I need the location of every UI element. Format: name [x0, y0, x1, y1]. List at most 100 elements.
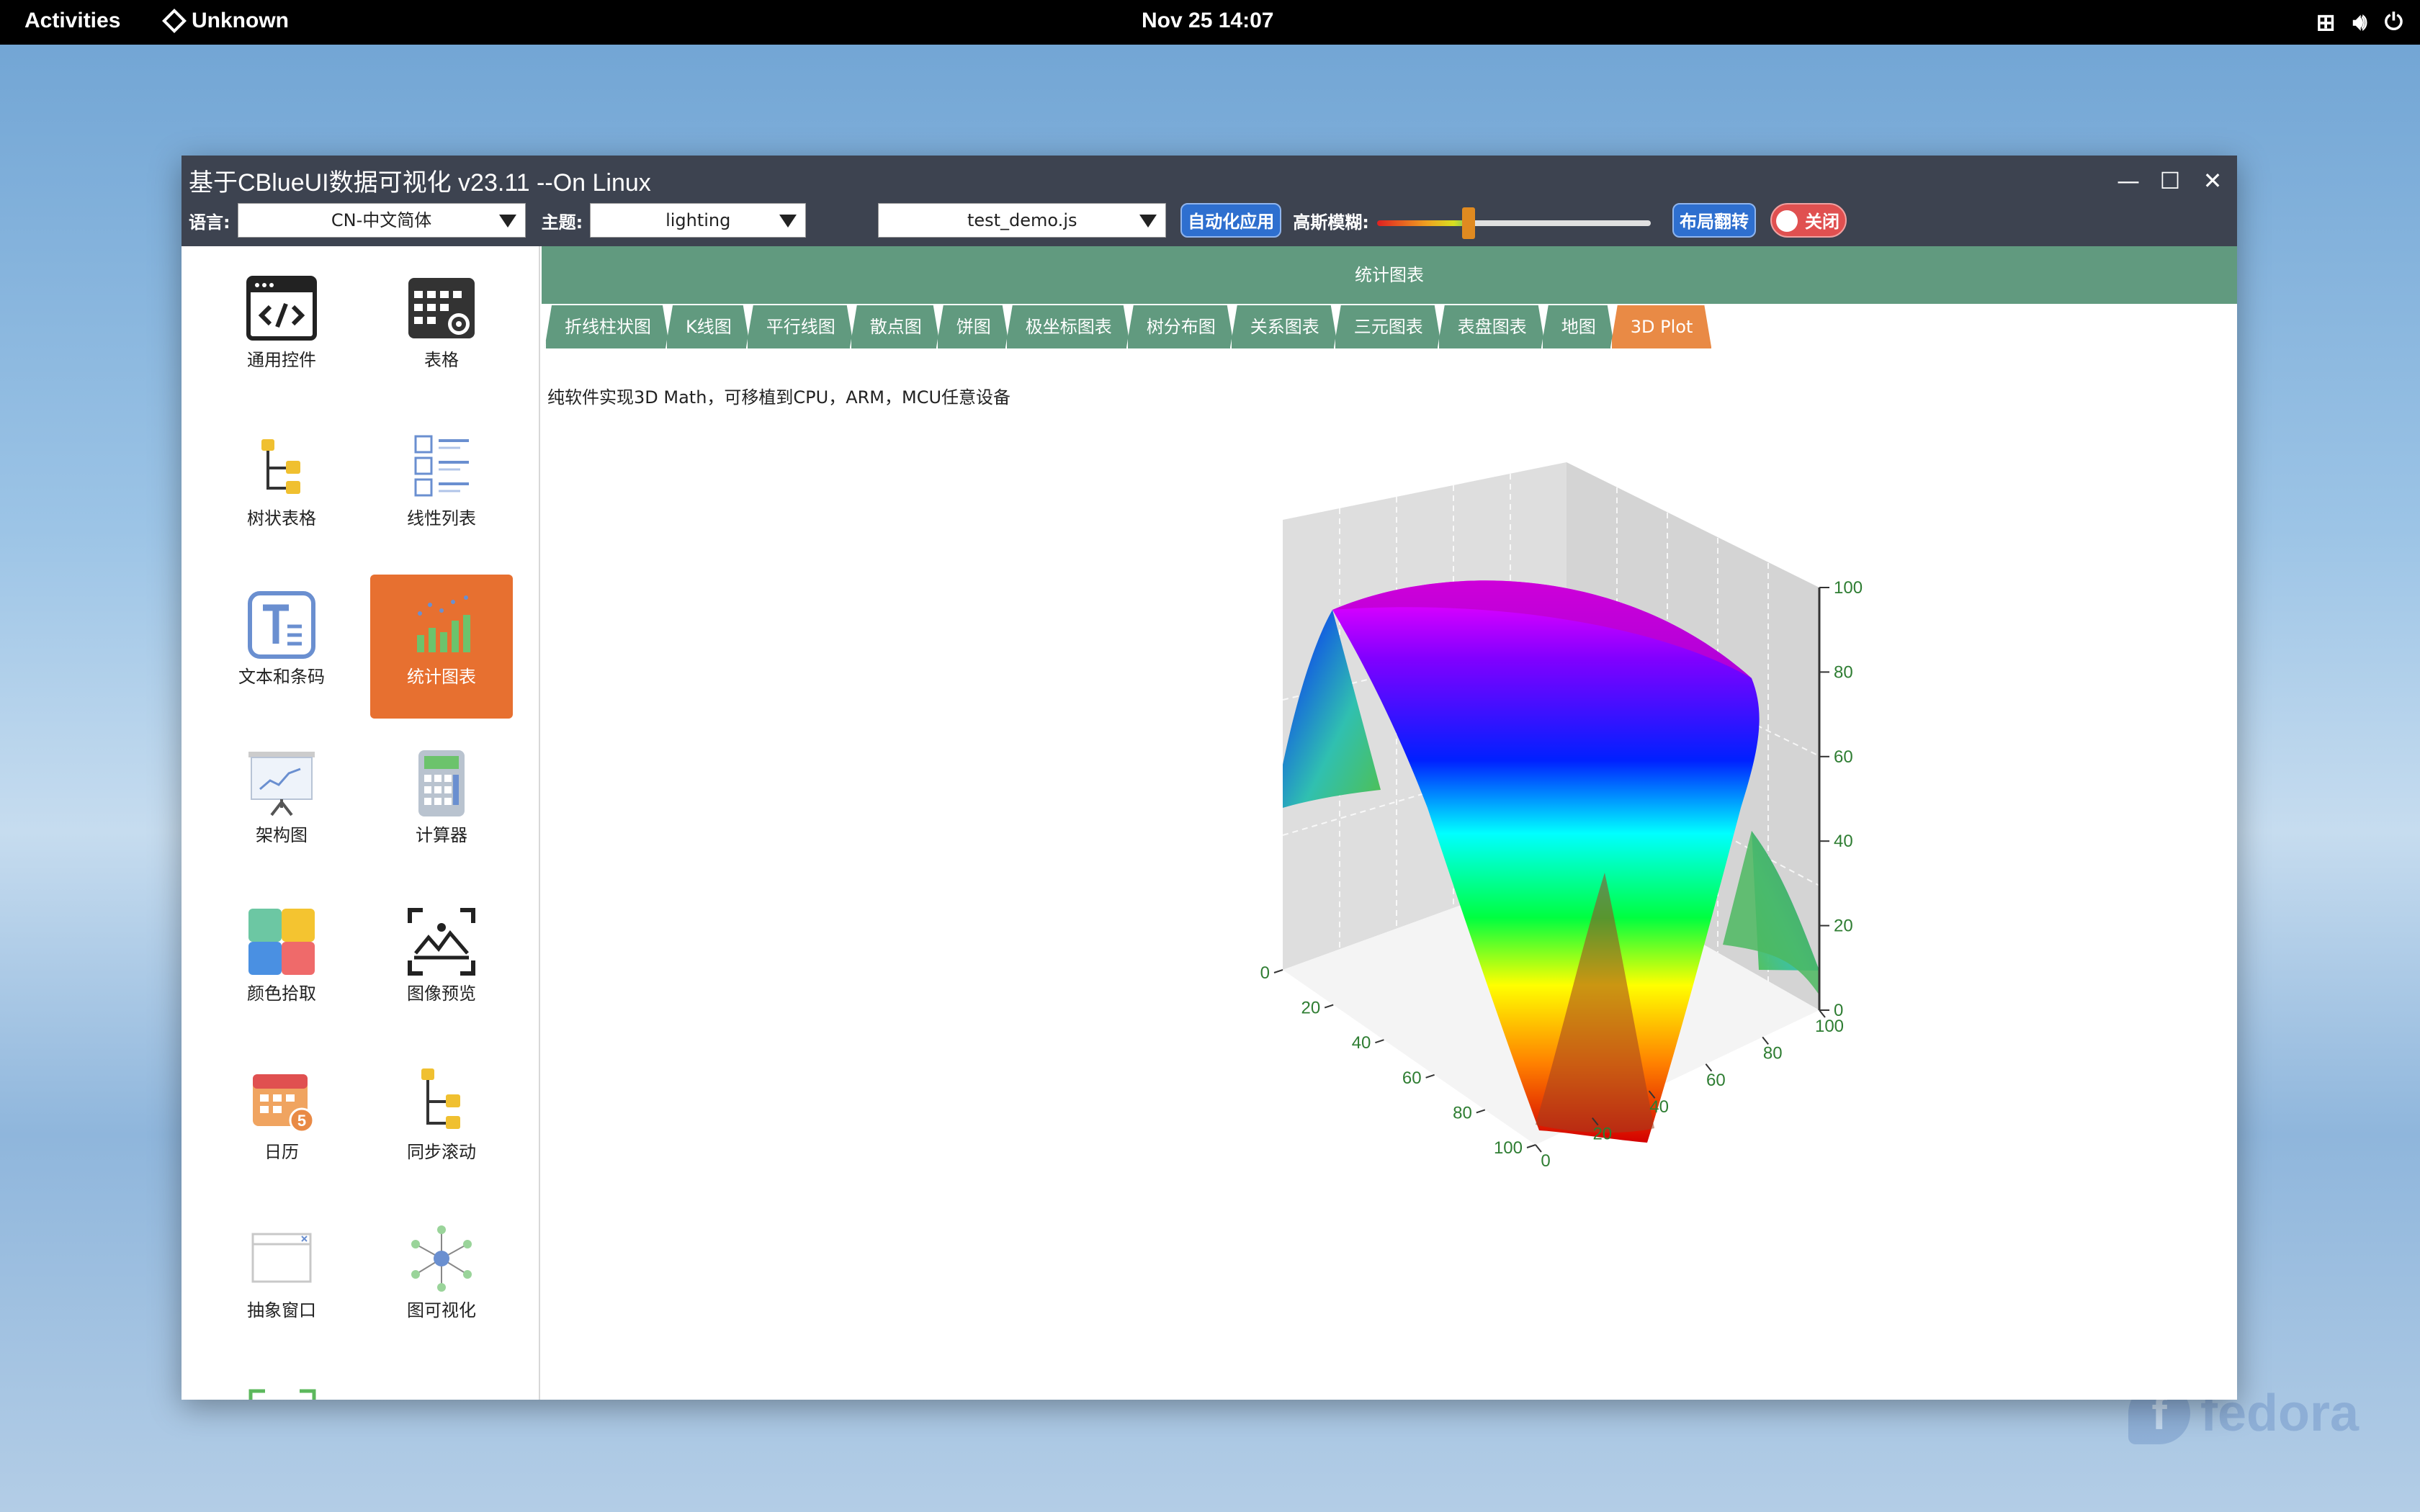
y-tick-label: 0 [1541, 1151, 1550, 1171]
system-top-bar: Activities Unknown Nov 25 14:07 ⊞ 🔊︎ ⏻ [0, 0, 2420, 45]
text-icon [248, 591, 315, 659]
x-tick-label: 0 [1260, 963, 1270, 983]
graph-icon [411, 1225, 472, 1292]
blur-slider[interactable] [1377, 220, 1651, 226]
sidebar-item-label: 图可视化 [407, 1300, 476, 1320]
sidebar-item-table[interactable]: 表格 [370, 258, 513, 402]
color-palette-icon [248, 909, 315, 975]
window-titlebar[interactable]: 基于CBlueUI数据可视化 v23.11 --On Linux — ☐ ✕ 语… [182, 156, 2237, 246]
toggle-knob [1776, 210, 1798, 232]
theme-label: 主题: [541, 212, 583, 233]
sidebar-item-label: 图像预览 [407, 984, 476, 1004]
sidebar-item-label: 文本和条码 [238, 667, 325, 687]
sidebar-item-statistics-chart[interactable]: 统计图表 [370, 575, 513, 719]
app-window: 基于CBlueUI数据可视化 v23.11 --On Linux — ☐ ✕ 语… [182, 156, 2237, 1400]
chevron-down-icon [1139, 215, 1157, 228]
language-select[interactable]: CN-中文简体 [237, 203, 526, 238]
x-tick-label: 100 [1494, 1138, 1523, 1158]
clock[interactable]: Nov 25 14:07 [1142, 9, 1273, 33]
scan-icon [248, 1389, 316, 1400]
axis-tick [1273, 969, 1283, 973]
z-tick-label: 60 [1834, 747, 1853, 767]
y-tick-label: 100 [1815, 1017, 1844, 1036]
axis-tick [1526, 1144, 1536, 1148]
close-toggle[interactable]: 关闭 [1770, 203, 1847, 238]
sidebar-item-label: 线性列表 [407, 508, 476, 528]
sidebar-item-graph-visualization[interactable]: 图可视化 [370, 1208, 513, 1352]
y-tick-label: 60 [1706, 1071, 1726, 1090]
volume-icon[interactable]: 🔊︎ [2353, 9, 2367, 36]
x-tick-label: 40 [1352, 1033, 1371, 1053]
app-name: Unknown [192, 9, 289, 32]
sidebar-item-architecture[interactable]: 架构图 [210, 733, 353, 877]
auto-apply-button[interactable]: 自动化应用 [1180, 203, 1282, 238]
image-preview-icon [408, 908, 475, 976]
toggle-label: 关闭 [1805, 212, 1839, 232]
bar-chart-icon [417, 595, 470, 652]
axis-tick [1476, 1109, 1486, 1114]
sidebar-item-image-preview[interactable]: 图像预览 [370, 891, 513, 1035]
sidebar-item-label: 统计图表 [407, 667, 476, 687]
sidebar-item-label: 计算器 [416, 825, 467, 845]
x-tick-label: 20 [1301, 999, 1320, 1018]
main-panel: 统计图表 折线柱状图 K线图 平行线图 散点图 饼图 极坐标图表 树分布图 关系… [542, 246, 2237, 1400]
calendar-icon: 5 [253, 1074, 315, 1133]
app-diamond-icon [162, 9, 187, 33]
list-icon [414, 435, 469, 497]
blur-slider-handle[interactable] [1462, 207, 1475, 239]
axis-tick [1375, 1039, 1384, 1044]
surface-3d-plot[interactable]: 020406080100020406080100020406080100 [542, 246, 2237, 1400]
sidebar-item-label: 树状表格 [247, 508, 316, 528]
z-tick-label: 20 [1834, 917, 1853, 936]
chevron-down-icon [779, 215, 797, 228]
code-window-icon [246, 276, 317, 341]
sidebar-item-sync-scroll[interactable]: 同步滚动 [370, 1050, 513, 1194]
calculator-icon [418, 750, 465, 816]
sidebar-item-label: 架构图 [256, 825, 308, 845]
z-tick-label: 100 [1834, 578, 1863, 598]
layout-flip-button[interactable]: 布局翻转 [1672, 203, 1756, 238]
sidebar-item-calculator[interactable]: 计算器 [370, 733, 513, 877]
sidebar-item-tree-table[interactable]: 树状表格 [210, 416, 353, 560]
sidebar-item-text-barcode[interactable]: 文本和条码 [210, 575, 353, 719]
network-icon[interactable]: ⊞ [2316, 9, 2336, 36]
minimize-icon[interactable]: — [2114, 167, 2143, 194]
sidebar[interactable]: 通用控件 表格 树状表格 线性列表 文本和条码 统计图表 架构图 计算器 颜色拾… [182, 246, 540, 1400]
sidebar-item-linear-list[interactable]: 线性列表 [370, 416, 513, 560]
tree-table-icon [261, 439, 300, 494]
system-tray[interactable]: ⊞ 🔊︎ ⏻ [2316, 9, 2403, 36]
axis-tick [1425, 1074, 1435, 1079]
power-icon[interactable]: ⏻ [2385, 9, 2403, 36]
sidebar-item-color-picker[interactable]: 颜色拾取 [210, 891, 353, 1035]
sidebar-item-label: 抽象窗口 [247, 1300, 316, 1320]
x-tick-label: 60 [1402, 1068, 1422, 1088]
sidebar-item-abstract-window[interactable]: 抽象窗口 [210, 1208, 353, 1352]
language-label: 语言: [189, 212, 230, 233]
x-tick-label: 80 [1453, 1103, 1472, 1122]
sidebar-item-calendar[interactable]: 5 日历 [210, 1050, 353, 1194]
script-select[interactable]: test_demo.js [878, 203, 1167, 238]
activities-button[interactable]: Activities [24, 9, 120, 33]
sidebar-item-label: 同步滚动 [407, 1142, 476, 1162]
blur-label: 高斯模糊: [1293, 212, 1369, 233]
chevron-down-icon [498, 215, 516, 228]
app-menu[interactable]: Unknown [162, 9, 289, 33]
z-tick-label: 40 [1834, 832, 1853, 851]
theme-select[interactable]: lighting [590, 203, 807, 238]
sidebar-item-general-controls[interactable]: 通用控件 [210, 258, 353, 402]
abstract-window-icon [251, 1233, 312, 1283]
script-value: test_demo.js [967, 210, 1077, 230]
sidebar-item-label: 通用控件 [247, 350, 316, 370]
close-icon[interactable]: ✕ [2198, 167, 2227, 194]
sync-scroll-icon [421, 1068, 460, 1129]
language-value: CN-中文简体 [331, 210, 432, 230]
y-tick-label: 20 [1592, 1125, 1612, 1144]
sidebar-item-label: 表格 [424, 350, 459, 370]
presentation-icon [248, 752, 315, 816]
axis-tick [1324, 1004, 1334, 1009]
maximize-icon[interactable]: ☐ [2156, 167, 2184, 194]
sidebar-item-label: 颜色拾取 [247, 984, 316, 1004]
theme-value: lighting [666, 210, 731, 230]
sidebar-item-label: 日历 [264, 1142, 299, 1162]
y-tick-label: 80 [1763, 1043, 1783, 1063]
